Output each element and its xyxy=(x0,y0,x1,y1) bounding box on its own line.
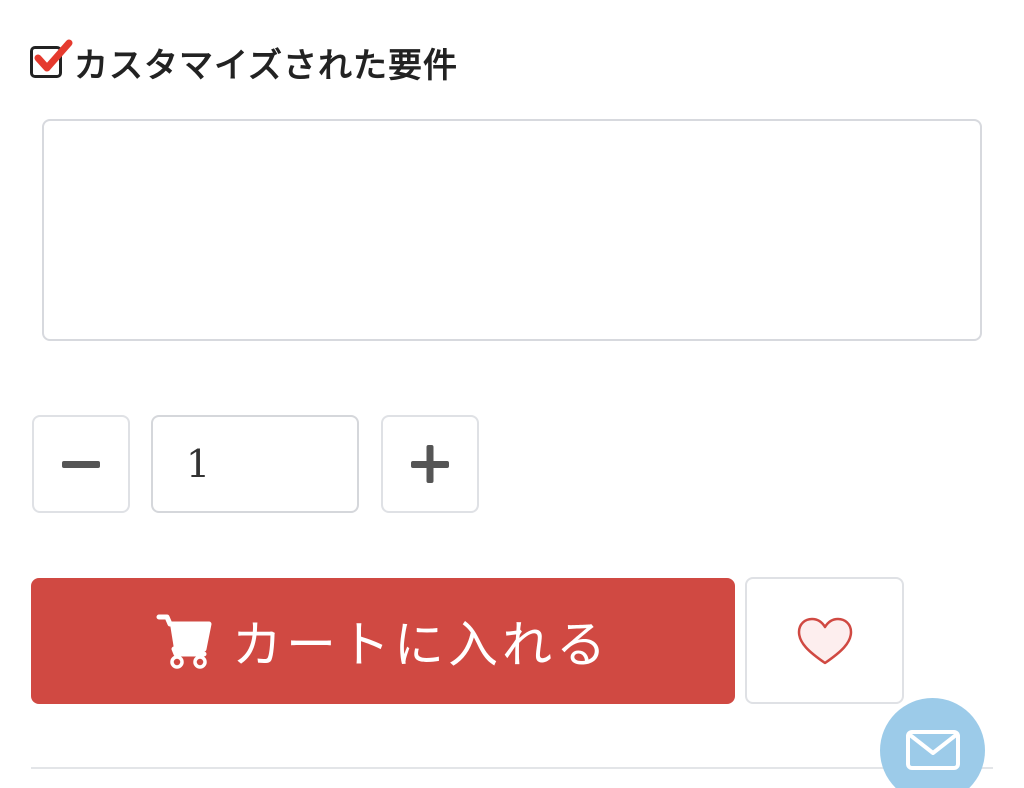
add-to-cart-label: カートに入れる xyxy=(232,616,610,674)
custom-requirements-header: カスタマイズされた要件 xyxy=(30,39,458,86)
custom-requirements-textarea[interactable] xyxy=(42,119,982,341)
minus-icon xyxy=(62,461,100,468)
mail-icon xyxy=(905,730,960,770)
cart-icon xyxy=(156,614,212,669)
section-divider xyxy=(31,767,993,769)
product-purchase-panel: カスタマイズされた要件 カートに入れる xyxy=(0,0,1024,788)
contact-mail-button[interactable] xyxy=(880,698,985,788)
wishlist-button[interactable] xyxy=(745,577,904,704)
quantity-decrease-button[interactable] xyxy=(32,415,130,513)
heart-icon xyxy=(797,617,852,664)
plus-icon xyxy=(411,445,449,483)
checkmark-icon xyxy=(34,39,73,72)
add-to-cart-button[interactable]: カートに入れる xyxy=(31,578,735,704)
quantity-input[interactable] xyxy=(151,415,359,513)
custom-requirements-checkbox[interactable] xyxy=(30,39,73,78)
quantity-increase-button[interactable] xyxy=(381,415,479,513)
custom-requirements-title: カスタマイズされた要件 xyxy=(74,45,458,86)
